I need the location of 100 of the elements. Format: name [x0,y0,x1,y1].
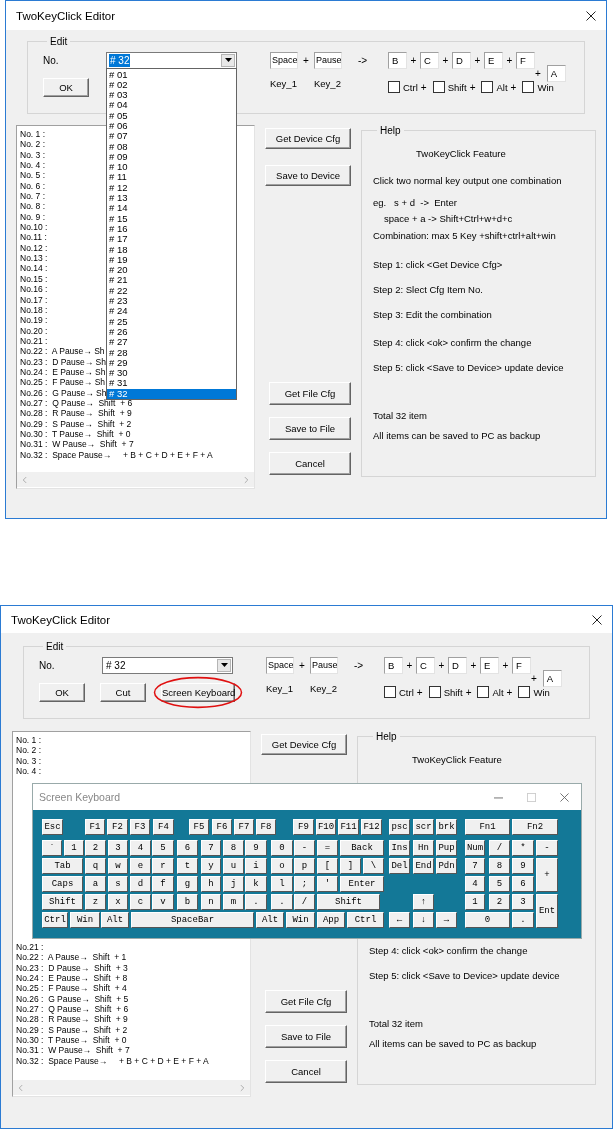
keyboard-key[interactable]: F12 [361,819,382,835]
edit-button[interactable]: OK [39,682,85,702]
dropdown-option[interactable]: # 26 [107,326,236,338]
keyboard-key[interactable]: l [271,876,293,892]
mapping-row[interactable]: No.25 : F Pause→ Shift + 4 [16,983,250,994]
keyboard-key[interactable]: / [489,840,510,856]
keyboard-key[interactable]: F6 [212,819,232,835]
side-button[interactable]: Get File Cfg [269,382,351,405]
mapping-row[interactable]: No.23 : D Pause→ Shift + 3 [16,962,250,973]
keyboard-key[interactable]: \ [363,858,384,874]
dropdown-option[interactable]: # 18 [107,244,236,255]
keyboard-key[interactable]: ← [389,912,410,928]
side-button[interactable]: Save to Device [265,165,351,186]
keyboard-key[interactable]: s [108,876,128,892]
mapping-row[interactable]: No.28 : R Pause→ Shift + 9 [16,1014,250,1025]
keyboard-key[interactable]: [ [317,858,338,874]
edit-button[interactable]: OK [43,77,89,97]
keyboard-key[interactable]: Del [389,858,410,874]
keyboard-key[interactable]: Back [340,840,384,856]
keyboard-key[interactable]: SpaceBar [131,912,254,928]
key-field[interactable]: Space [270,51,298,69]
keyboard-key[interactable]: m [223,894,244,910]
keyboard-key[interactable]: 3 [512,894,534,910]
keyboard-key[interactable]: Alt [256,912,284,928]
dropdown-option[interactable]: # 24 [107,306,236,317]
dropdown-option[interactable]: # 08 [107,141,236,152]
keyboard-key[interactable]: 2 [489,894,510,910]
number-dropdown[interactable]: # 32 [106,51,237,69]
dropdown-button[interactable] [217,658,231,672]
result-key-field[interactable]: F [516,51,535,69]
key-field[interactable]: Space [266,656,294,674]
keyboard-key[interactable]: F1 [85,819,105,835]
keyboard-key[interactable]: j [223,876,244,892]
keyboard-key[interactable]: f [152,876,174,892]
keyboard-key[interactable]: Tab [42,858,83,874]
keyboard-key[interactable]: F8 [256,819,276,835]
result-key-field[interactable]: B [384,656,403,674]
keyboard-key[interactable]: Caps [42,876,83,892]
keyboard-key[interactable]: . [271,894,293,910]
side-button[interactable]: Cancel [269,452,351,475]
dropdown-option[interactable]: # 06 [107,121,236,132]
keyboard-key[interactable]: 6 [512,876,534,892]
modifier-checkbox[interactable]: Shift [432,81,467,93]
keyboard-key[interactable]: Fn1 [465,819,510,835]
keyboard-key[interactable]: / [294,894,315,910]
keyboard-key[interactable]: 7 [201,840,221,856]
dropdown-option[interactable]: # 16 [107,223,236,235]
keyboard-key[interactable]: Esc [42,819,63,835]
mapping-row[interactable]: No.31 : W Pause→ Shift + 7 [16,1045,250,1056]
keyboard-key[interactable]: i [245,858,267,874]
mapping-row[interactable]: No. 4 : [16,766,250,777]
keyboard-key[interactable]: b [177,894,198,910]
mapping-row[interactable]: No. 3 : [16,755,250,767]
horizontal-scrollbar[interactable] [13,1080,250,1095]
keyboard-key[interactable]: d [130,876,151,892]
result-key-field[interactable]: C [420,51,439,69]
mapping-row[interactable]: No.24 : E Pause→ Shift + 8 [16,973,250,984]
mapping-row[interactable]: No.30 : T Pause→ Shift + 0 [20,428,254,440]
keyboard-key[interactable]: v [152,894,174,910]
keyboard-key[interactable]: ↓ [413,912,434,928]
keyboard-key[interactable]: y [201,858,221,874]
dropdown-option[interactable]: # 31 [107,378,236,389]
dropdown-option[interactable]: # 04 [107,100,236,111]
edit-button[interactable]: Cut [100,682,146,702]
keyboard-key[interactable]: F11 [338,819,359,835]
dropdown-option[interactable]: # 28 [107,347,236,358]
keyboard-key[interactable]: + [536,858,558,892]
chevron-right-icon[interactable] [244,475,249,484]
keyboard-key[interactable]: ` [42,840,62,856]
horizontal-scrollbar[interactable] [17,472,254,487]
keyboard-key[interactable]: Shift [317,894,380,910]
keyboard-key[interactable]: p [294,858,315,874]
result-key-field[interactable]: B [388,51,407,69]
side-button[interactable]: Get Device Cfg [265,128,351,149]
keyboard-key[interactable]: Shift [42,894,83,910]
mapping-row[interactable]: No.27 : Q Pause→ Shift + 6 [16,1004,250,1015]
keyboard-key[interactable]: Hn [413,840,434,856]
dropdown-button[interactable] [221,53,235,67]
dropdown-option[interactable]: # 01 [107,69,236,80]
dropdown-option[interactable]: # 32 [107,388,236,399]
keyboard-key[interactable]: 7 [465,858,485,874]
keyboard-key[interactable]: F5 [189,819,209,835]
dropdown-option[interactable]: # 12 [107,182,236,194]
dropdown-option[interactable]: # 03 [107,90,236,101]
keyboard-key[interactable]: Fn2 [512,819,558,835]
keyboard-key[interactable]: Enter [340,876,384,892]
keyboard-key[interactable]: 8 [223,840,244,856]
dropdown-option[interactable]: # 15 [107,213,236,224]
keyboard-key[interactable]: → [436,912,457,928]
modifier-checkbox[interactable]: Win [518,686,550,698]
mapping-row[interactable]: No.29 : S Pause→ Shift + 2 [20,418,254,429]
keyboard-key[interactable]: e [130,858,151,874]
dropdown-option[interactable]: # 17 [107,234,236,245]
keyboard-key[interactable]: r [152,858,174,874]
side-button[interactable]: Cancel [265,1060,347,1083]
result-key-field[interactable]: E [480,656,499,674]
dropdown-option[interactable]: # 20 [107,265,236,276]
mapping-row[interactable]: No.22 : A Pause→ Shift + 1 [16,952,250,963]
dropdown-option[interactable]: # 22 [107,285,236,297]
side-button[interactable]: Save to File [265,1025,347,1048]
